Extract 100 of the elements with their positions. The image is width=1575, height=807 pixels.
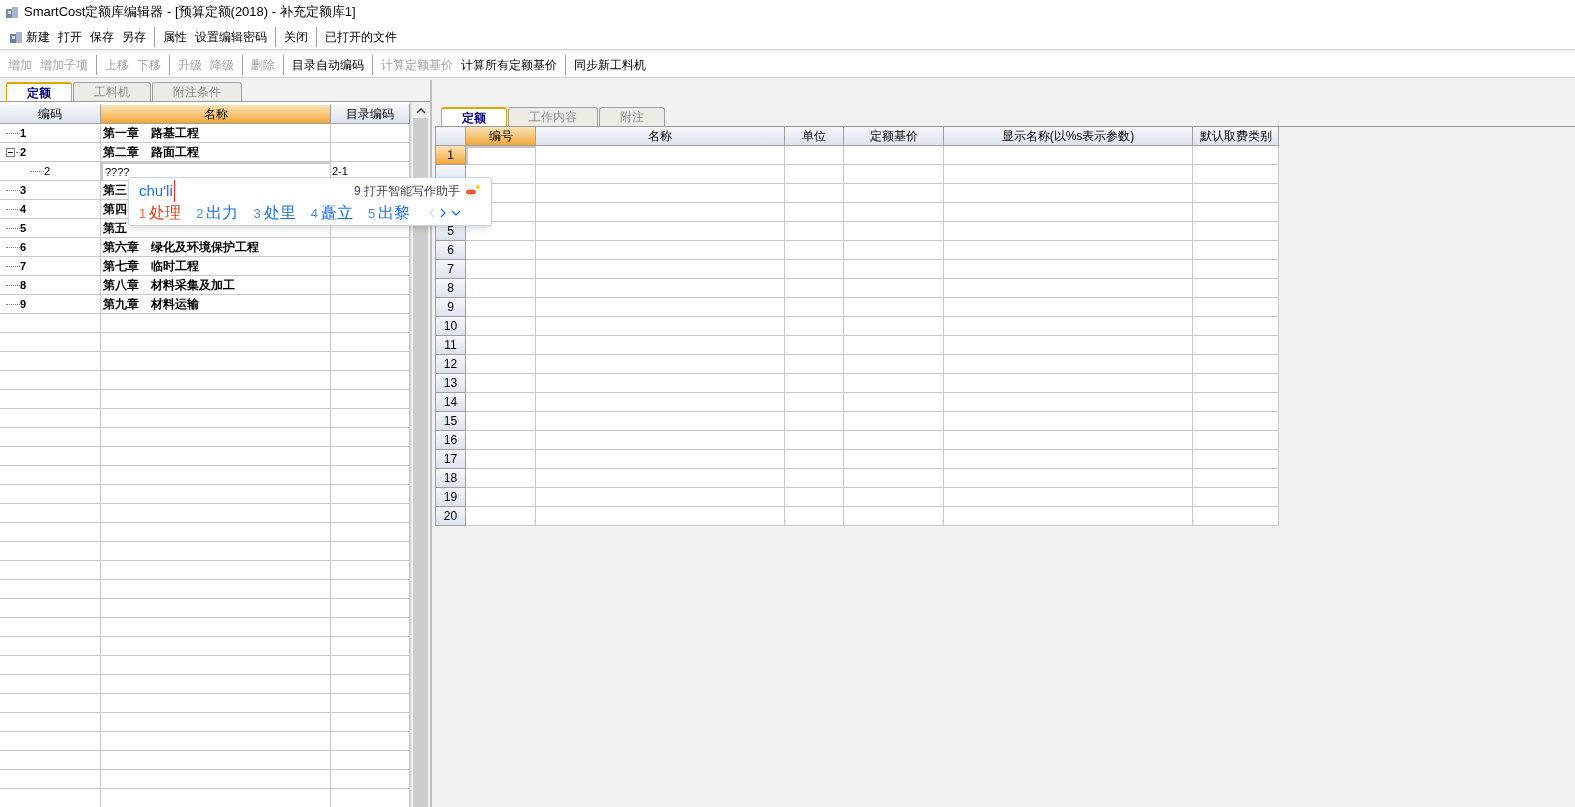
toolbar-button[interactable]: 已打开的文件 — [321, 26, 401, 47]
toolbar-button[interactable]: 新建 — [4, 26, 54, 47]
mascot-icon[interactable] — [463, 183, 481, 199]
table-cell — [785, 222, 844, 241]
tree-name: 第八章 材料采集及加工 — [103, 277, 235, 294]
assistant-link[interactable]: 9 打开智能写作助手 — [354, 182, 460, 200]
tree-code: 3 — [20, 182, 27, 198]
toolbar-button[interactable]: 保存 — [86, 26, 118, 47]
next-page-icon[interactable] — [440, 208, 447, 218]
tree-code: 2 — [20, 144, 27, 160]
app-icon — [4, 4, 20, 20]
row-header[interactable]: 6 — [436, 241, 466, 260]
table-cell — [785, 393, 844, 412]
composition-text: chu'li — [139, 179, 175, 203]
candidate-word[interactable]: 3 处里 — [253, 201, 296, 225]
table-cell — [466, 507, 536, 526]
table-cell — [785, 507, 844, 526]
directory-code: 2-1 — [332, 163, 348, 179]
tree-name: 第三 — [103, 182, 127, 199]
candidate-word[interactable]: 5 出黎 — [367, 201, 411, 225]
tree-name: 第二章 路面工程 — [103, 144, 199, 161]
row-header[interactable]: 1 — [436, 146, 466, 165]
tree-name: 第六章 绿化及环境保护工程 — [103, 239, 259, 256]
row-header[interactable]: 19 — [436, 488, 466, 507]
row-header[interactable]: 18 — [436, 469, 466, 488]
table-cell — [785, 260, 844, 279]
column-header[interactable]: 定额基价 — [844, 127, 944, 146]
row-header[interactable]: 10 — [436, 317, 466, 336]
toolbar-button[interactable]: 属性 — [159, 26, 191, 47]
tab[interactable]: 定额 — [6, 82, 72, 101]
table-cell — [785, 241, 844, 260]
table-cell — [785, 165, 844, 184]
table-cell — [466, 317, 536, 336]
toolbar-button[interactable]: 关闭 — [280, 26, 312, 47]
tree-name: ???? — [105, 165, 130, 180]
row-header[interactable]: 15 — [436, 412, 466, 431]
candidate-word[interactable]: 4 矗立 — [310, 201, 353, 225]
scroll-up-icon[interactable] — [415, 107, 426, 114]
table-cell — [466, 146, 536, 165]
row-header[interactable]: 16 — [436, 431, 466, 450]
candidate-word[interactable]: 2 出力 — [196, 201, 239, 225]
toolbar-button[interactable]: 计算所有定额基价 — [457, 54, 561, 75]
table-cell — [466, 412, 536, 431]
table-cell — [466, 450, 536, 469]
table-cell — [466, 431, 536, 450]
row-header[interactable]: 14 — [436, 393, 466, 412]
row-header[interactable]: 9 — [436, 298, 466, 317]
table-cell — [466, 488, 536, 507]
column-header[interactable]: 名称 — [101, 105, 331, 124]
table-cell — [785, 450, 844, 469]
column-header[interactable]: 默认取费类别 — [1193, 127, 1279, 146]
toolbar-button[interactable]: 同步新工料机 — [570, 54, 650, 75]
candidate-word[interactable]: 1 处理 — [139, 201, 182, 225]
tree-name: 第五 — [103, 220, 127, 237]
collapse-toggle[interactable] — [6, 147, 15, 157]
row-header[interactable]: 17 — [436, 450, 466, 469]
table-cell — [466, 336, 536, 355]
tree-code: 6 — [20, 239, 27, 255]
row-header[interactable]: 8 — [436, 279, 466, 298]
row-header[interactable]: 20 — [436, 507, 466, 526]
column-header[interactable]: 名称 — [536, 127, 785, 146]
table-cell — [785, 184, 844, 203]
toolbar-button[interactable]: 打开 — [54, 26, 86, 47]
tree-code: 7 — [20, 258, 27, 274]
tree-code: 8 — [20, 277, 27, 293]
table-cell — [785, 317, 844, 336]
column-header[interactable]: 目录编码 — [331, 105, 410, 124]
toolbar-button[interactable]: 另存 — [118, 26, 150, 47]
table-cell — [785, 336, 844, 355]
table-cell — [785, 279, 844, 298]
row-header[interactable]: 7 — [436, 260, 466, 279]
table-cell — [466, 393, 536, 412]
tree-name: 第七章 临时工程 — [103, 258, 199, 275]
tree-name: 第一章 路基工程 — [103, 125, 199, 142]
tree-name: 第九章 材料运输 — [103, 296, 199, 313]
table-cell — [785, 146, 844, 165]
table-cell — [785, 469, 844, 488]
expand-icon[interactable] — [451, 210, 462, 216]
tab[interactable]: 定额 — [441, 107, 507, 126]
table-cell — [466, 469, 536, 488]
toolbar-button[interactable]: 设置编辑密码 — [191, 26, 271, 47]
column-header[interactable]: 单位 — [785, 127, 844, 146]
table-cell — [466, 355, 536, 374]
table-cell — [466, 279, 536, 298]
tree-code: 1 — [20, 125, 27, 141]
row-header[interactable]: 12 — [436, 355, 466, 374]
column-header[interactable]: 编码 — [0, 105, 101, 124]
tree-name: 第四 — [103, 201, 127, 218]
table-cell — [466, 374, 536, 393]
tree-code: 2 — [44, 163, 51, 179]
table-cell — [785, 412, 844, 431]
table-cell — [785, 203, 844, 222]
row-header[interactable]: 11 — [436, 336, 466, 355]
table-cell — [785, 431, 844, 450]
row-header[interactable]: 13 — [436, 374, 466, 393]
toolbar-button[interactable]: 目录自动编码 — [288, 54, 368, 75]
column-header[interactable]: 编号 — [466, 127, 536, 146]
column-header[interactable]: 显示名称(以%s表示参数) — [944, 127, 1193, 146]
table-cell — [466, 298, 536, 317]
table-cell — [785, 488, 844, 507]
